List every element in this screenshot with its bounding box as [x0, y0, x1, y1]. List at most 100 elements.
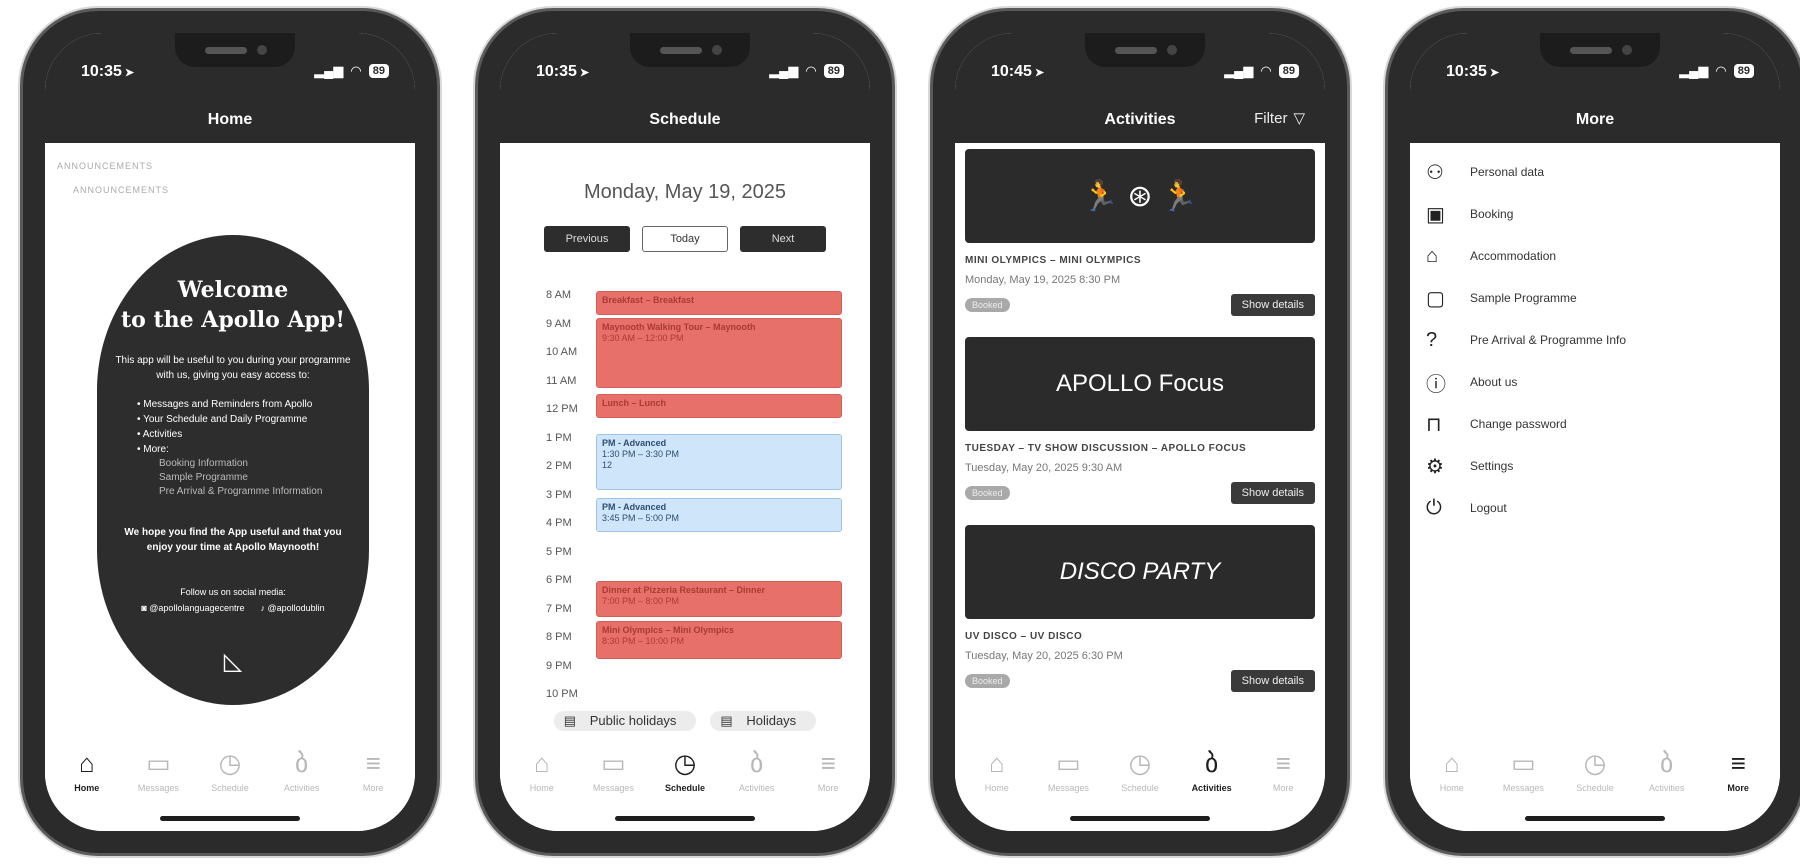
menu-item-settings[interactable]: ⚙ Settings — [1426, 445, 1770, 487]
gear-icon: ⚙ — [1426, 455, 1444, 478]
event-mini-olympics[interactable]: Mini Olympics – Mini Olympics 8:30 PM – 1… — [596, 621, 842, 659]
tab-home[interactable]: ⌂ Home — [965, 747, 1029, 831]
tab-more[interactable]: ≡ More — [1251, 747, 1315, 831]
welcome-subtitle: to the Apollo App! — [121, 307, 345, 333]
menu-item-label: Pre Arrival & Programme Info — [1470, 333, 1627, 347]
menu-item-label: Logout — [1470, 501, 1507, 515]
today-button[interactable]: Today — [642, 226, 728, 252]
event-pm-advanced[interactable]: PM - Advanced 3:45 PM – 5:00 PM — [596, 498, 842, 532]
menu-item-label: Change password — [1470, 417, 1567, 431]
home-header: 10:35 ➤ ▂▄▆ ◠ 89 Home — [45, 33, 415, 143]
activity-banner: APOLLO Focus — [965, 337, 1315, 431]
activity-name: TUESDAY – TV SHOW DISCUSSION – APOLLO FO… — [965, 443, 1247, 454]
activity-date: Monday, May 19, 2025 8:30 PM — [965, 274, 1121, 286]
menu-item-label: Sample Programme — [1470, 291, 1577, 305]
menu-item-logout[interactable]: ⏻ Logout — [1426, 487, 1770, 529]
hour-label: 8 AM — [546, 289, 572, 301]
home-icon: ⌂ — [533, 748, 550, 778]
tab-more[interactable]: ≡ More — [341, 747, 405, 831]
phone-home: 10:35 ➤ ▂▄▆ ◠ 89 Home ANNOUNCEMENTS ANNOUNC… — [20, 8, 440, 856]
previous-button[interactable]: Previous — [544, 226, 630, 252]
show-details-button[interactable]: Show details — [1230, 670, 1315, 692]
instagram-link[interactable]: ◙ @apollolanguagecentre — [141, 603, 244, 613]
chat-icon: ▭ — [1511, 748, 1536, 778]
home-icon: ⌂ — [988, 748, 1005, 778]
filter-button[interactable]: Filter ▽ — [1254, 109, 1305, 128]
activity-date: Tuesday, May 20, 2025 9:30 AM — [965, 462, 1123, 474]
clock-icon: ◷ — [1583, 748, 1607, 778]
activities-list: 🏃 ⊛ 🏃 MINI OLYMPICS – MINI OLYMPICS Mond… — [955, 143, 1325, 731]
schedule-screen: 10:35 ➤ ▂▄▆ ◠ 89 Schedule Monday, May 19, 2… — [500, 33, 870, 831]
tab-home[interactable]: ⌂ Home — [1420, 747, 1484, 831]
announcements-subheading: ANNOUNCEMENTS — [73, 185, 170, 195]
chat-icon: ▭ — [1056, 748, 1081, 778]
phone-schedule: 10:35 ➤ ▂▄▆ ◠ 89 Schedule Monday, May 19, 2… — [475, 8, 895, 856]
signal-icon: ▂▄▆ — [1679, 63, 1709, 78]
event-pm-advanced[interactable]: PM - Advanced 1:30 PM – 3:30 PM 12 — [596, 434, 842, 490]
booked-badge: Booked — [965, 674, 1010, 688]
signal-icon: ▂▄▆ — [314, 63, 344, 78]
more-sub-item: Sample Programme — [159, 472, 248, 483]
menu-icon: ≡ — [1730, 748, 1746, 778]
menu-item-personal-data[interactable]: ⚇ Personal data — [1426, 151, 1770, 193]
clock-icon: ◷ — [673, 748, 697, 778]
more-header: 10:35 ➤ ▂▄▆ ◠ 89 More — [1410, 33, 1780, 143]
more-content: ⚇ Personal data ▣ Booking ⌂ Accommodation ▢ Sam… — [1410, 143, 1780, 731]
menu-item-pre-arrival-programme-info[interactable]: ? Pre Arrival & Programme Info — [1426, 319, 1770, 361]
hour-label: 8 PM — [546, 631, 572, 643]
house-icon: ⌂ — [1426, 244, 1439, 267]
activities-header: 10:45 ➤ ▂▄▆ ◠ 89 Activities Filter ▽ — [955, 33, 1325, 143]
chat-icon: ▭ — [146, 748, 171, 778]
wifi-icon: ◠ — [805, 63, 817, 78]
activity-date: Tuesday, May 20, 2025 6:30 PM — [965, 650, 1123, 662]
tab-more[interactable]: ≡ More — [796, 747, 860, 831]
home-indicator — [160, 816, 300, 821]
status-icons: ▂▄▆ ◠ 89 — [314, 63, 389, 79]
menu-item-accommodation[interactable]: ⌂ Accommodation — [1426, 235, 1770, 277]
status-icons: ▂▄▆ ◠ 89 — [769, 63, 844, 79]
hour-label: 9 AM — [546, 317, 572, 330]
activity-card: APOLLO Focus TUESDAY – TV SHOW DISCUSSIO… — [965, 337, 1315, 504]
info-icon: ⓘ — [1426, 373, 1446, 396]
hour-labels: 8 AM 9 AM 10 AM 11 AM 12 PM 1 PM 2 PM 3 PM 4 PM 5… — [546, 289, 578, 717]
tab-more[interactable]: ≡ More — [1706, 747, 1770, 831]
wifi-icon: ◠ — [1715, 63, 1727, 78]
status-time: 10:45 ➤ — [991, 63, 1045, 80]
menu-item-booking[interactable]: ▣ Booking — [1426, 193, 1770, 235]
person-icon: ⚇ — [1426, 161, 1444, 184]
event-breakfast[interactable]: Breakfast – Breakfast — [596, 291, 842, 315]
feature-item: • Activities — [137, 429, 183, 440]
bike-icon: ბ — [294, 748, 309, 778]
event-lunch[interactable]: Lunch – Lunch — [596, 394, 842, 418]
social-links: ◙ @apollolanguagecentre ♪ @apollodublin — [115, 603, 351, 613]
next-button[interactable]: Next — [740, 226, 826, 252]
feature-item: • More: — [137, 444, 169, 455]
menu-item-label: About us — [1470, 375, 1518, 389]
event-walking-tour[interactable]: Maynooth Walking Tour – Maynooth 9:30 AM … — [596, 318, 842, 388]
tab-home[interactable]: ⌂ Home — [510, 747, 574, 831]
hour-label: 12 PM — [546, 403, 578, 415]
chat-icon: ▭ — [601, 748, 626, 778]
welcome-title: Welcome — [177, 277, 289, 303]
show-details-button[interactable]: Show details — [1230, 482, 1315, 504]
tab-home[interactable]: ⌂ Home — [55, 747, 119, 831]
hour-label: 6 PM — [546, 574, 572, 586]
calendar-nav: Previous Today Next — [544, 226, 826, 252]
status-icons: ▂▄▆ ◠ 89 — [1679, 63, 1754, 79]
menu-item-about-us[interactable]: ⓘ About us — [1426, 361, 1770, 403]
show-details-button[interactable]: Show details — [1230, 294, 1315, 316]
legend-holidays: ▤ Holidays — [710, 711, 817, 731]
filter-icon: ▽ — [1293, 110, 1305, 127]
clock-icon: ◷ — [1128, 748, 1152, 778]
event-dinner[interactable]: Dinner at Pizzeria Restaurant – Dinner 7:… — [596, 581, 842, 617]
apollo-logo-icon: ◺ — [223, 648, 243, 675]
menu-item-change-password[interactable]: ⊓ Change password — [1426, 403, 1770, 445]
tiktok-link[interactable]: ♪ @apollodublin — [260, 603, 324, 613]
question-icon: ? — [1426, 328, 1438, 351]
status-time: 10:35 ➤ — [81, 63, 135, 80]
menu-item-sample-programme[interactable]: ▢ Sample Programme — [1426, 277, 1770, 319]
battery-icon: 89 — [368, 64, 389, 78]
activity-card: 🏃 ⊛ 🏃 MINI OLYMPICS – MINI OLYMPICS Mond… — [965, 149, 1315, 316]
menu-item-label: Settings — [1470, 459, 1514, 473]
schedule-content: Monday, May 19, 2025 Previous Today Next… — [500, 143, 870, 731]
